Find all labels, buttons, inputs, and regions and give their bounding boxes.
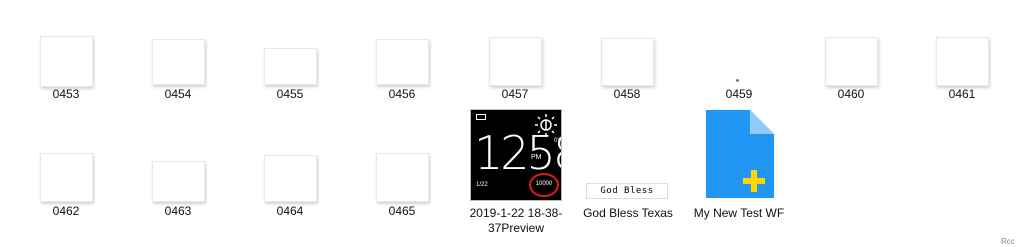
file-label: 0461 <box>948 87 976 101</box>
file-label: God Bless Texas <box>583 206 673 220</box>
file-thumbnail <box>601 38 654 86</box>
tiny-thumbnail-speck <box>736 79 739 82</box>
file-label: 0454 <box>164 87 192 101</box>
file-thumbnail <box>152 39 205 85</box>
file-thumbnail <box>40 153 93 202</box>
file-thumbnail <box>152 161 205 202</box>
watch-time: 1258 <box>474 126 561 180</box>
file-thumbnail <box>376 153 429 202</box>
file-label: 0458 <box>613 87 641 101</box>
file-thumbnail <box>264 155 317 202</box>
battery-icon <box>476 114 486 120</box>
file-thumbnail <box>489 37 542 86</box>
file-thumbnail <box>376 39 429 85</box>
file-thumbnail <box>936 37 989 86</box>
watch-minute: 58 <box>526 126 561 180</box>
file-thumbnail <box>825 37 878 86</box>
corner-overlay-text: Rcc <box>1001 237 1015 246</box>
file-label: My New Test WF <box>693 206 785 220</box>
watch-date: 1/22 <box>476 182 488 188</box>
watch-hour: 12 <box>474 126 530 180</box>
file-label: 2019-1-22 18-38-37Preview <box>469 206 563 235</box>
file-god-bless-texas[interactable] <box>577 107 681 219</box>
watch-ampm: PM <box>531 154 542 161</box>
file-label: 0464 <box>276 204 304 218</box>
file-label: 0462 <box>52 204 80 218</box>
image-thumbnail: God Bless Texas <box>586 183 668 199</box>
file-label: 0465 <box>388 204 416 218</box>
file-label: 0456 <box>388 87 416 101</box>
watch-steps: 10000 <box>535 181 553 187</box>
file-label: 0459 <box>725 87 753 101</box>
file-label: 0463 <box>164 204 192 218</box>
file-label: 0455 <box>276 87 304 101</box>
file-thumbnail <box>40 36 93 87</box>
file-label: 0457 <box>501 87 529 101</box>
watch-face-thumbnail: 0° 1258 PM 1/22 10000 <box>470 109 562 201</box>
file-label: 0460 <box>837 87 865 101</box>
file-thumbnail <box>264 48 317 85</box>
new-file-icon <box>706 110 774 198</box>
file-label: 0453 <box>52 87 80 101</box>
